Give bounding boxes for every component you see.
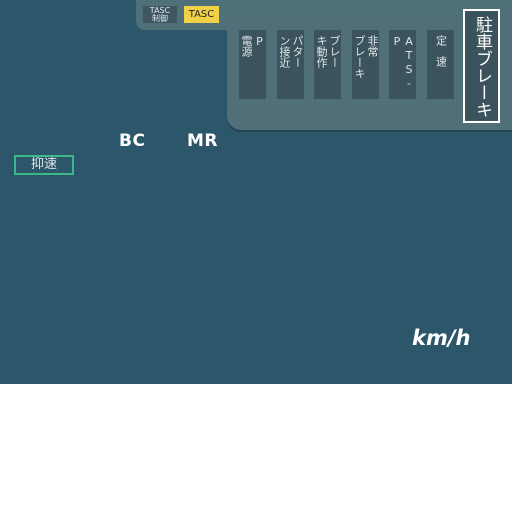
lamp-p-power: P 電源 <box>239 30 266 99</box>
driver-display: TASC 制御 TASC P 電源 パター ン接近 ブレー キ動作 非常 ブレー… <box>0 0 512 384</box>
tasc-control-indicator: TASC 制御 <box>143 6 177 23</box>
parking-brake-label: 駐車ブレーキ <box>472 16 492 118</box>
speed-unit-label: km/h <box>412 326 471 350</box>
parking-brake-indicator: 駐車ブレーキ <box>463 9 500 123</box>
yokusoku-indicator: 抑速 <box>14 155 74 175</box>
lamp-emergency-brake: 非常 ブレーキ <box>352 30 379 99</box>
lamp-pattern-approach-col-2: ン接近 <box>278 35 291 68</box>
mr-gauge-label: MR <box>187 131 219 151</box>
lamp-brake-operation: ブレー キ動作 <box>314 30 341 99</box>
lamp-brake-operation-col-2: キ動作 <box>315 35 328 68</box>
lamp-constant-speed-col-1: 定速 <box>434 35 448 77</box>
lamp-ats-p-col-1: ATS-P <box>390 35 416 91</box>
lamp-emergency-brake-col-2: ブレーキ <box>353 35 366 79</box>
lamp-pattern-approach: パター ン接近 <box>277 30 304 99</box>
lamp-p-power-col-2: 電源 <box>240 35 253 57</box>
lamp-p-power-col-1: P <box>253 35 266 48</box>
lamp-constant-speed: 定速 <box>427 30 454 99</box>
lamp-ats-p: ATS-P <box>389 30 416 99</box>
lamp-emergency-brake-col-1: 非常 <box>366 35 379 57</box>
tasc-control-label: TASC 制御 <box>149 6 171 23</box>
bc-gauge-label: BC <box>119 131 146 151</box>
lamp-brake-operation-col-1: ブレー <box>328 35 341 68</box>
lamp-pattern-approach-col-1: パター <box>291 35 304 68</box>
tasc-indicator: TASC <box>184 6 219 23</box>
